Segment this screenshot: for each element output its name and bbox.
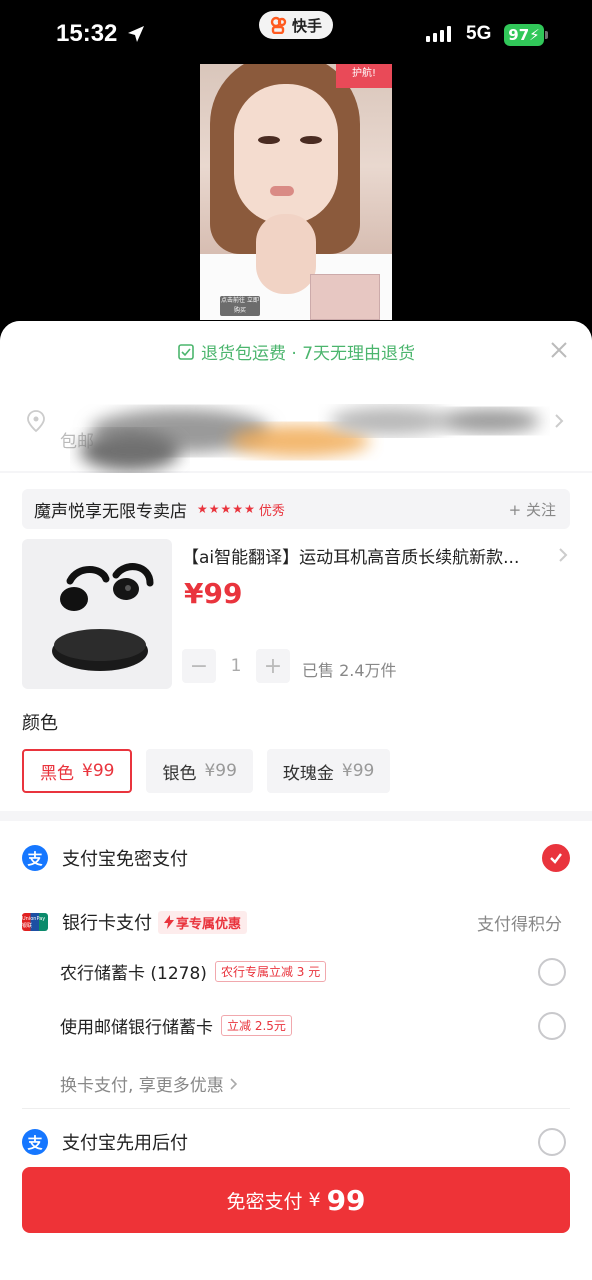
kuaishou-logo-icon <box>270 16 287 34</box>
quantity-stepper: − 1 + <box>182 649 290 683</box>
signal-icon <box>426 26 451 42</box>
payment-option-alipay-later[interactable]: 支 支付宝先用后付 <box>22 1128 570 1156</box>
bank-card-option-psbc[interactable]: 使用邮储银行储蓄卡 立减 2.5元 <box>60 1011 570 1040</box>
card-label: 使用邮储银行储蓄卡 <box>60 1018 213 1038</box>
card-promo-tag: 立减 2.5元 <box>221 1015 292 1036</box>
decrement-button[interactable]: − <box>182 649 216 683</box>
lightning-icon <box>164 915 174 929</box>
change-card-link[interactable]: 换卡支付, 享更多优惠 <box>60 1071 238 1096</box>
color-options: 黑色 ¥99 银色 ¥99 玫瑰金 ¥99 <box>22 749 391 793</box>
payment-methods: 支 支付宝免密支付 UnionPay 银联 银行卡支付 享专属优惠 支付得积分 … <box>0 821 592 1161</box>
shield-check-icon <box>178 343 194 360</box>
radio-unselected[interactable] <box>538 957 566 986</box>
sheet-header: 退货包运费 · 7天无理由退货 包邮 <box>0 321 592 471</box>
sold-count: 已售 2.4万件 <box>302 661 397 680</box>
chevron-right-icon[interactable] <box>558 547 568 563</box>
increment-button[interactable]: + <box>256 649 290 683</box>
guarantee-banner: 退货包运费 · 7天无理由退货 <box>0 339 592 364</box>
earbuds-image <box>52 563 154 671</box>
video-tag: 护航! <box>336 64 392 88</box>
back-to-app-pill[interactable]: 快手 <box>259 11 333 39</box>
network-type: 5G <box>466 23 492 44</box>
live-video-thumbnail[interactable]: 护航! 点击前往 立即购买 <box>200 64 392 320</box>
pay-button-label: 免密支付 <box>226 1190 303 1213</box>
promo-badge: 享专属优惠 <box>158 910 248 934</box>
divider <box>22 1108 570 1109</box>
alipay-icon: 支 <box>22 1129 48 1155</box>
bank-card-option-abc[interactable]: 农行储蓄卡 (1278) 农行专属立减 3 元 <box>60 957 570 986</box>
quantity-value[interactable]: 1 <box>216 656 256 676</box>
product-card: 魔声悦享无限专卖店 ★ ★ ★ ★ ★ 优秀 + 关注 【ai智能翻译】运动耳机高音质长… <box>0 473 592 811</box>
chevron-right-icon <box>230 1077 237 1090</box>
close-icon[interactable] <box>550 341 568 359</box>
location-pin-icon <box>27 410 45 433</box>
checkout-sheet: 退货包运费 · 7天无理由退货 包邮 魔声悦享无限专卖店 ★ ★ ★ ★ ★ 优秀 + … <box>0 321 592 1280</box>
store-name: 魔声悦享无限专卖店 <box>34 501 187 522</box>
alipay-icon: 支 <box>22 845 48 871</box>
radio-unselected[interactable] <box>538 1011 566 1040</box>
color-option-rose-gold[interactable]: 玫瑰金 ¥99 <box>266 749 391 793</box>
pay-button[interactable]: 免密支付 ¥99 <box>22 1167 570 1233</box>
points-label: 支付得积分 <box>477 914 562 935</box>
payment-label: 支付宝免密支付 <box>62 849 188 870</box>
guarantee-text: 退货包运费 · 7天无理由退货 <box>200 344 416 364</box>
product-price: ¥99 <box>184 577 243 610</box>
pay-button-amount: 99 <box>326 1183 366 1217</box>
payment-label: 支付宝先用后付 <box>62 1133 188 1154</box>
unionpay-icon: UnionPay 银联 <box>22 913 48 931</box>
product-title[interactable]: 【ai智能翻译】运动耳机高音质长续航新款... <box>182 543 544 568</box>
chevron-right-icon[interactable] <box>554 413 564 429</box>
payment-option-alipay-nopwd[interactable]: 支 支付宝免密支付 <box>22 844 570 872</box>
status-bar: 15:32 快手 5G 97 ⚡ <box>0 0 592 70</box>
store-grade: 优秀 <box>258 503 285 519</box>
video-buy-label[interactable]: 点击前往 立即购买 <box>220 296 260 316</box>
battery-level: 97 <box>508 26 530 44</box>
card-promo-tag: 农行专属立减 3 元 <box>214 961 327 982</box>
product-image[interactable] <box>22 539 172 689</box>
color-option-black[interactable]: 黑色 ¥99 <box>22 749 133 793</box>
payment-label: 银行卡支付 <box>62 913 152 934</box>
location-arrow-icon <box>128 26 144 42</box>
card-label: 农行储蓄卡 (1278) <box>60 964 207 984</box>
bottom-bar: 免密支付 ¥99 <box>0 1161 592 1280</box>
checkmark-icon <box>550 853 562 864</box>
follow-button[interactable]: + 关注 <box>509 499 556 520</box>
color-section-label: 颜色 <box>22 713 58 734</box>
app-name: 快手 <box>291 16 322 35</box>
radio-selected[interactable] <box>542 844 570 872</box>
radio-unselected[interactable] <box>538 1128 566 1156</box>
redacted-address-blur <box>80 407 540 471</box>
status-time: 15:32 <box>56 20 118 47</box>
battery-icon: 97 ⚡ <box>504 24 544 46</box>
store-rating-stars: ★ ★ ★ ★ ★ <box>197 502 255 516</box>
battery-tip <box>545 31 548 39</box>
payment-option-bank-card[interactable]: UnionPay 银联 银行卡支付 享专属优惠 支付得积分 <box>22 909 570 935</box>
color-option-silver[interactable]: 银色 ¥99 <box>146 749 253 793</box>
store-bar[interactable]: 魔声悦享无限专卖店 ★ ★ ★ ★ ★ 优秀 + 关注 <box>22 489 570 529</box>
pay-button-currency: ¥ <box>308 1189 321 1211</box>
